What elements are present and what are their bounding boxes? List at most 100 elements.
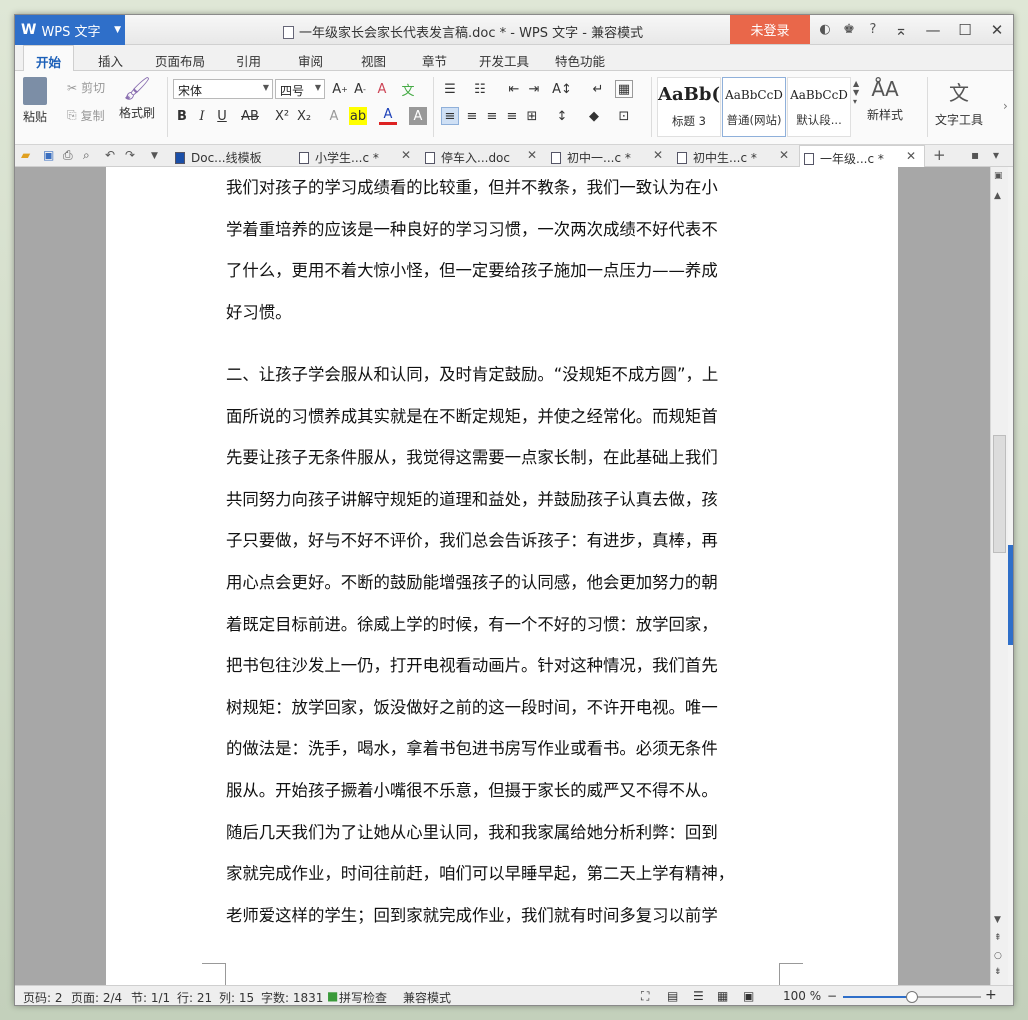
new-tab-icon[interactable]: + <box>933 146 946 164</box>
outline-view-icon[interactable]: ☰ <box>693 989 704 1003</box>
clear-format-icon[interactable]: A <box>373 80 391 98</box>
tab-list-icon[interactable]: ▪ <box>971 148 979 162</box>
style-normal-web[interactable]: AaBbCcD 普通(网站) <box>722 77 786 137</box>
zoom-in-icon[interactable]: + <box>985 987 997 1003</box>
select-browse-icon[interactable]: ○ <box>994 951 1002 961</box>
tab-options-icon[interactable]: ▾ <box>993 148 999 162</box>
strikethrough-icon[interactable]: AB <box>241 107 259 125</box>
numbered-list-icon[interactable]: ☷ <box>471 80 489 98</box>
scroll-up-icon[interactable]: ▲ <box>994 191 1001 201</box>
show-marks-icon[interactable]: ↵ <box>589 80 607 98</box>
zoom-level[interactable]: 100 % <box>783 989 821 1003</box>
scroll-options-icon[interactable]: ▣ <box>994 171 1003 181</box>
tab-developer[interactable]: 开发工具 <box>479 51 529 70</box>
doc-tab-active[interactable]: 一年级...c * ✕ <box>799 145 925 167</box>
copy-button[interactable]: ⎘ 复制 <box>67 107 105 124</box>
font-color-icon[interactable]: A <box>379 107 397 125</box>
shading-icon[interactable]: ◆ <box>585 107 603 125</box>
close-button[interactable]: ✕ <box>981 15 1013 44</box>
close-tab-icon[interactable]: ✕ <box>906 149 916 163</box>
undo-icon[interactable]: ↶ <box>105 148 115 162</box>
open-folder-icon[interactable]: ▰ <box>21 148 30 162</box>
close-tab-icon[interactable]: ✕ <box>779 148 789 162</box>
tab-special[interactable]: 特色功能 <box>555 51 605 70</box>
increase-indent-icon[interactable]: ⇥ <box>525 80 543 98</box>
reading-view-icon[interactable]: ▣ <box>743 989 754 1003</box>
grow-font-icon[interactable]: A + <box>331 80 349 98</box>
ribbon-more-icon[interactable]: › <box>1003 99 1008 113</box>
print-icon[interactable]: ⎙ <box>63 148 73 163</box>
line-spacing-icon[interactable]: ↕ <box>553 107 571 125</box>
tab-view[interactable]: 视图 <box>361 51 386 70</box>
subscript-icon[interactable]: X₂ <box>295 107 313 125</box>
document-page[interactable]: 我们对孩子的学习成绩看的比较重，但并不教条，我们一致认为在小 学着重培养的应该是… <box>106 167 898 985</box>
doc-tab[interactable]: 停车入...doc ✕ <box>423 145 545 167</box>
font-name-select[interactable]: 宋体 ▼ <box>173 79 273 99</box>
print-preview-icon[interactable]: ⌕ <box>83 148 90 163</box>
fullscreen-view-icon[interactable]: ⛶ <box>641 989 649 1004</box>
help-icon[interactable]: ? <box>863 19 883 39</box>
tab-review[interactable]: 审阅 <box>298 51 323 70</box>
shrink-font-icon[interactable]: A- <box>351 80 369 98</box>
text-effect-icon[interactable]: A <box>325 107 343 125</box>
skin-icon[interactable]: ◐ <box>815 19 835 39</box>
align-center-icon[interactable]: ≡ <box>463 107 481 125</box>
minimize-button[interactable]: — <box>917 15 949 44</box>
tab-references[interactable]: 引用 <box>236 51 261 70</box>
doc-tab[interactable]: 初中一...c * ✕ <box>549 145 671 167</box>
status-pages[interactable]: 页面: 2/4 <box>71 989 122 1005</box>
shirt-icon[interactable]: ♚ <box>839 19 859 39</box>
underline-icon[interactable]: U <box>213 107 231 125</box>
doc-tab[interactable]: 初中生...c * ✕ <box>675 145 797 167</box>
tab-page-layout[interactable]: 页面布局 <box>155 51 205 70</box>
char-shading-icon[interactable]: A <box>409 107 427 125</box>
task-pane-toggle[interactable] <box>1008 545 1013 645</box>
style-default-paragraph[interactable]: AaBbCcD 默认段... <box>787 77 851 137</box>
phonetic-icon[interactable]: 文 <box>399 80 417 99</box>
page-view-icon[interactable]: ▤ <box>667 989 678 1003</box>
tab-insert[interactable]: 插入 <box>98 51 123 70</box>
scrollbar-thumb[interactable] <box>993 435 1006 553</box>
italic-icon[interactable]: I <box>193 107 211 125</box>
distribute-icon[interactable]: ⊞ <box>523 107 541 125</box>
chinese-layout-icon[interactable]: A↕ <box>552 80 572 98</box>
justify-icon[interactable]: ≡ <box>503 107 521 125</box>
app-menu-button[interactable]: W WPS 文字 ▼ <box>15 15 125 45</box>
table-grid-icon[interactable]: ▦ <box>615 80 633 98</box>
zoom-slider-knob[interactable] <box>906 991 918 1003</box>
decrease-indent-icon[interactable]: ⇤ <box>505 80 523 98</box>
prev-page-icon[interactable]: ⇞ <box>994 933 1002 943</box>
doc-tab[interactable]: 小学生...c * ✕ <box>297 145 419 167</box>
border-icon[interactable]: ⊡ <box>615 107 633 125</box>
format-painter-button[interactable]: 🖌 格式刷 <box>119 77 155 121</box>
style-gallery-scroll[interactable]: ▲ ▼ ▾ <box>853 79 859 106</box>
paste-button[interactable]: 粘贴 <box>23 77 47 125</box>
highlight-icon[interactable]: ab <box>349 107 367 125</box>
save-icon[interactable]: ▣ <box>43 148 54 162</box>
new-style-button[interactable]: ÅA 新样式 <box>867 77 903 123</box>
close-tab-icon[interactable]: ✕ <box>401 148 411 162</box>
vertical-scrollbar[interactable]: ▣ ▲ ▼ ⇞ ○ ⇟ <box>990 167 1008 985</box>
superscript-icon[interactable]: X² <box>273 107 291 125</box>
style-heading-3[interactable]: AaBb( 标题 3 <box>657 77 721 137</box>
quick-access-dropdown-icon[interactable]: ▼ <box>151 151 158 161</box>
scroll-down-icon[interactable]: ▼ <box>994 915 1001 925</box>
align-left-icon[interactable]: ≡ <box>441 107 459 125</box>
zoom-slider[interactable] <box>843 991 981 1003</box>
status-spellcheck[interactable]: 拼写检查 <box>339 989 387 1005</box>
close-tab-icon[interactable]: ✕ <box>527 148 537 162</box>
font-size-select[interactable]: 四号 ▼ <box>275 79 325 99</box>
bullet-list-icon[interactable]: ☰ <box>441 80 459 98</box>
maximize-button[interactable]: ☐ <box>949 15 981 44</box>
redo-icon[interactable]: ↷ <box>125 148 135 162</box>
tab-chapter[interactable]: 章节 <box>422 51 447 70</box>
status-word-count[interactable]: 字数: 1831 <box>261 989 323 1005</box>
next-page-icon[interactable]: ⇟ <box>994 967 1002 977</box>
zoom-out-icon[interactable]: − <box>827 989 837 1003</box>
collapse-ribbon-icon[interactable]: ⌅ <box>885 15 917 44</box>
bold-icon[interactable]: B <box>173 107 191 125</box>
doc-tab[interactable]: Doc...线模板 <box>171 145 293 167</box>
close-tab-icon[interactable]: ✕ <box>653 148 663 162</box>
text-tools-button[interactable]: 文 文字工具 <box>935 77 983 128</box>
web-view-icon[interactable]: ▦ <box>717 989 728 1003</box>
